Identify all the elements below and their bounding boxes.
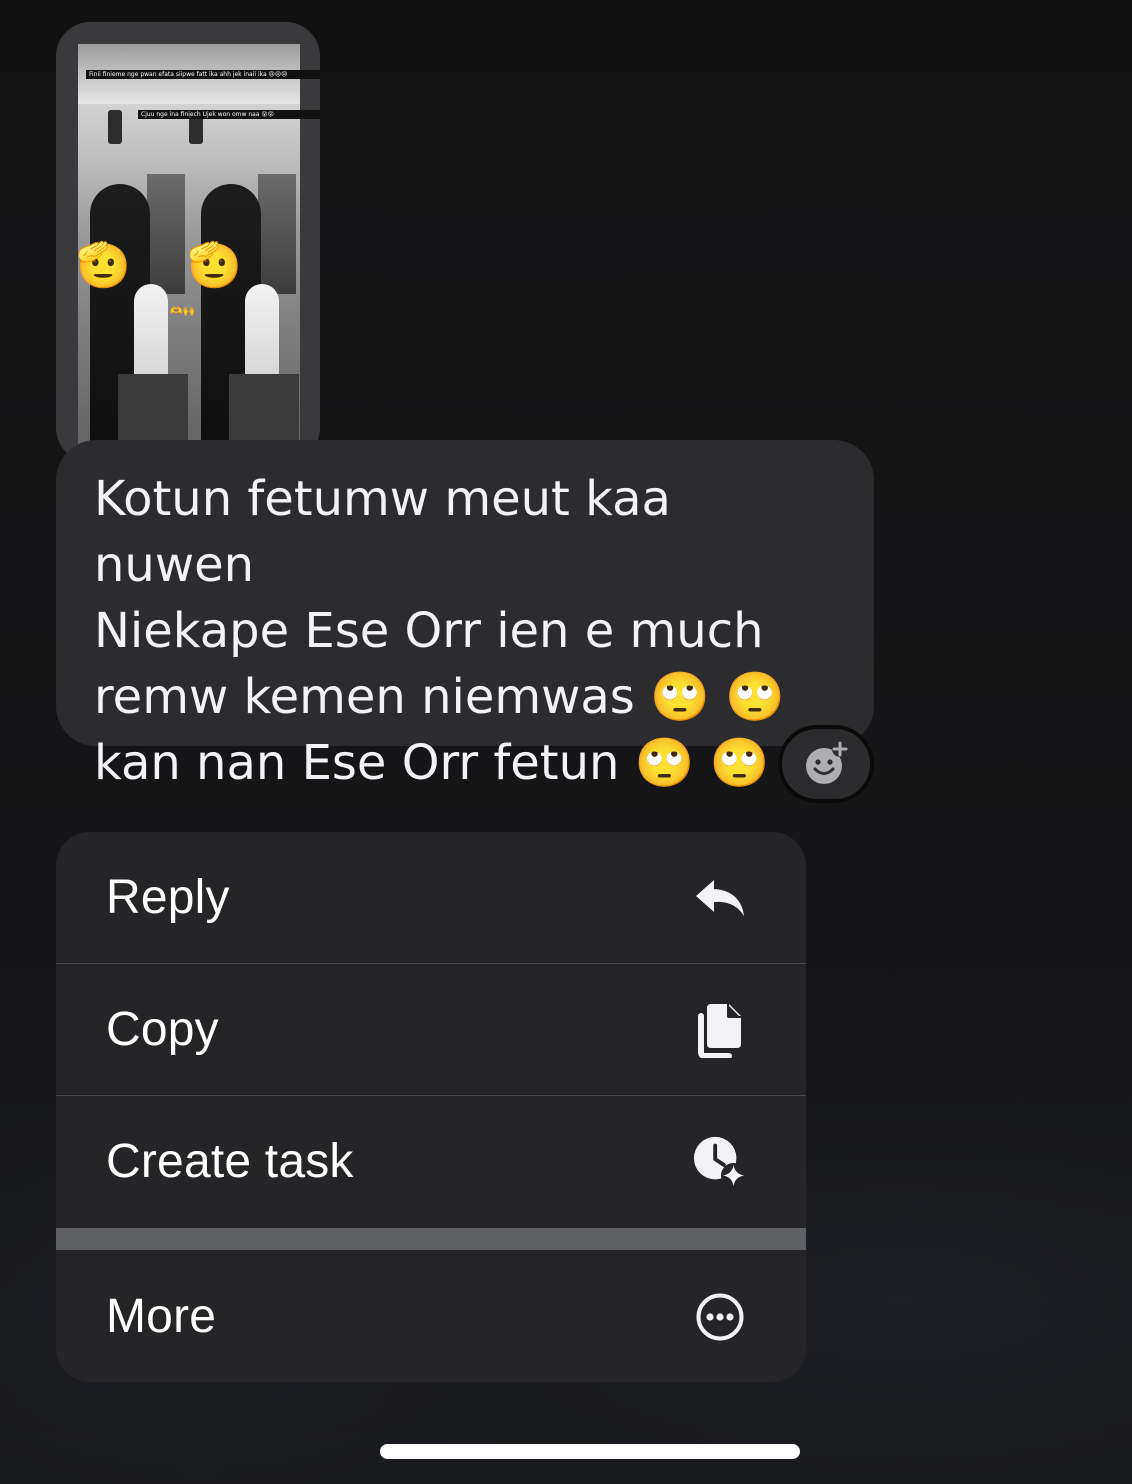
menu-item-create-task-label: Create task [106, 1135, 354, 1188]
menu-item-copy[interactable]: Copy [56, 964, 806, 1095]
story-image-panel-left: 🫡 [78, 44, 189, 462]
heart-hands-sticker: 🫶🙌 [170, 306, 195, 317]
story-caption-bottom: Cjuu nge ina finiech Ujek won omw naa 😵😵 [138, 110, 320, 119]
saluting-face-sticker: 🫡 [189, 240, 242, 291]
clock-sparkle-icon [692, 1134, 748, 1190]
add-reaction-icon [806, 741, 848, 784]
saluting-face-sticker: 🫡 [78, 240, 131, 291]
story-caption-top: Finii finieme nge pwan efata siipwe fatt… [86, 70, 320, 79]
copy-icon [692, 1002, 748, 1058]
menu-item-more-label: More [106, 1290, 217, 1343]
menu-item-copy-label: Copy [106, 1003, 219, 1056]
story-image: 🫡 🫡 🫶🙌 [78, 44, 300, 462]
home-indicator[interactable] [380, 1444, 800, 1459]
shared-story-preview[interactable]: 🫡 🫡 🫶🙌 Finii finieme nge pwan efata siip… [56, 22, 320, 462]
ellipsis-circle-icon [692, 1289, 748, 1345]
message-text: Kotun fetumw meut kaa nuwen Niekape Ese … [94, 471, 785, 791]
menu-item-reply-label: Reply [106, 871, 230, 924]
menu-section-separator [56, 1228, 806, 1250]
message-bubble[interactable]: Kotun fetumw meut kaa nuwen Niekape Ese … [56, 440, 874, 791]
menu-item-create-task[interactable]: Create task [56, 1096, 806, 1227]
story-image-panel-right: 🫡 [189, 44, 300, 462]
reply-arrow-icon [692, 870, 748, 926]
screen: · · · · · · · · · · · · · 🫡 🫡 [0, 0, 1132, 1484]
menu-item-more[interactable]: More [56, 1251, 806, 1382]
menu-item-reply[interactable]: Reply [56, 832, 806, 963]
message-context-menu: Reply Copy Create task More [56, 832, 806, 1382]
add-reaction-button[interactable] [778, 725, 874, 803]
partial-previous-message: · · · · · · · · · · · · · [120, 0, 390, 10]
